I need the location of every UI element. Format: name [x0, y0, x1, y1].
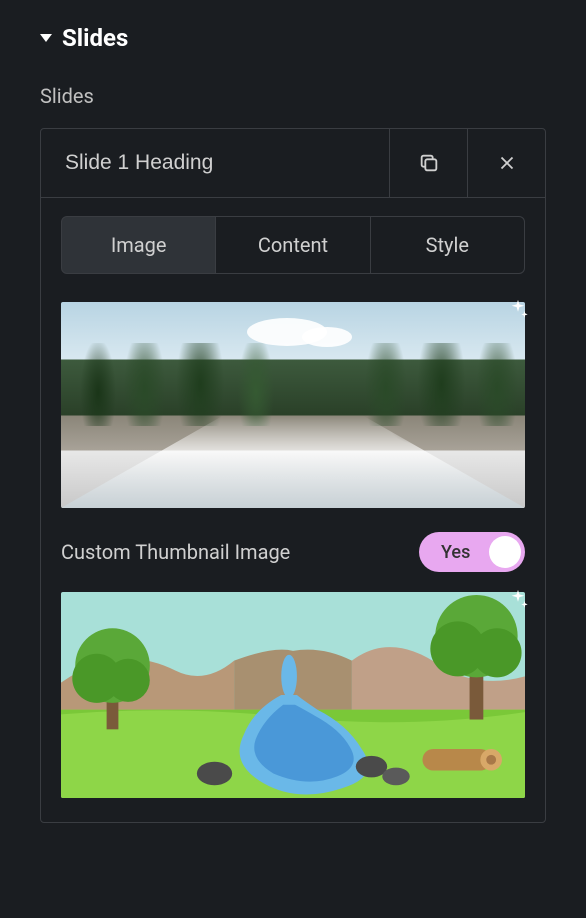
custom-thumbnail-label: Custom Thumbnail Image: [61, 540, 290, 564]
close-icon: [496, 152, 518, 174]
remove-button[interactable]: [467, 129, 545, 197]
main-image-wrap: [61, 302, 525, 508]
section-header[interactable]: Slides: [40, 24, 546, 52]
custom-thumbnail-toggle[interactable]: Yes: [419, 532, 525, 572]
copy-icon: [418, 152, 440, 174]
card-header: [41, 129, 545, 198]
custom-thumbnail-row: Custom Thumbnail Image Yes: [61, 532, 525, 572]
tabs: Image Content Style: [41, 198, 545, 288]
chevron-down-icon: [40, 34, 52, 42]
toggle-knob: [489, 536, 521, 568]
tab-style[interactable]: Style: [371, 216, 525, 274]
duplicate-button[interactable]: [389, 129, 467, 197]
tab-image[interactable]: Image: [61, 216, 216, 274]
slide-heading-input[interactable]: [41, 129, 389, 197]
card-body: Custom Thumbnail Image Yes: [41, 288, 545, 822]
main-image[interactable]: [61, 302, 525, 508]
thumbnail-image-wrap: [61, 592, 525, 798]
toggle-value: Yes: [441, 542, 470, 563]
thumbnail-image[interactable]: [61, 592, 525, 798]
forest-river-image: [61, 302, 525, 508]
sparkle-icon[interactable]: [507, 588, 529, 614]
cartoon-river-image: [61, 592, 525, 798]
tab-content[interactable]: Content: [216, 216, 370, 274]
sparkle-icon[interactable]: [507, 298, 529, 324]
slide-card: Image Content Style Custom Thumbnail Ima…: [40, 128, 546, 823]
section-title: Slides: [62, 24, 128, 52]
subsection-label: Slides: [40, 84, 546, 108]
